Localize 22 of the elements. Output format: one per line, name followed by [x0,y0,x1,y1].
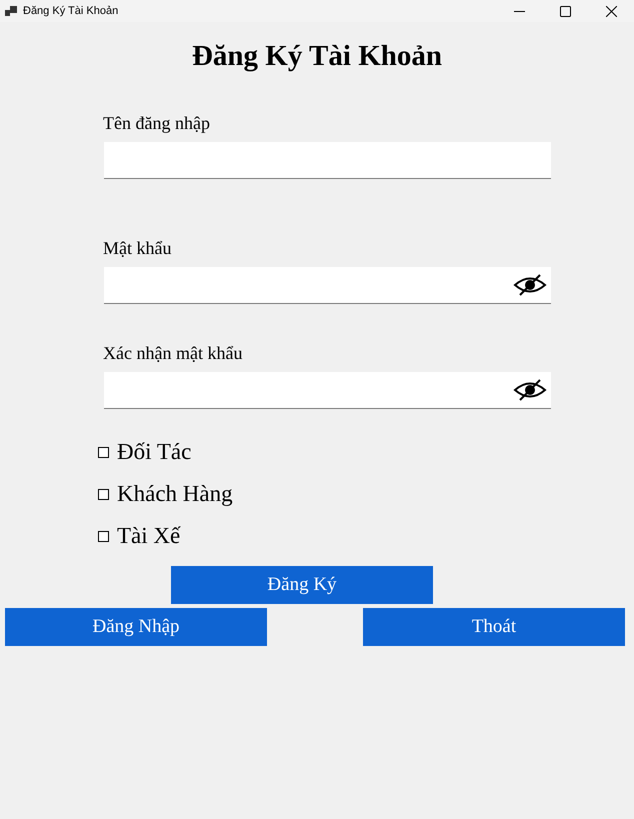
checkbox-label[interactable]: Tài Xế [117,523,180,549]
checkbox-label[interactable]: Khách Hàng [117,481,233,507]
hidden-eye-icon[interactable] [513,378,547,402]
exit-button[interactable]: Thoát [363,608,625,646]
field-label: Tên đăng nhập [103,112,210,134]
checkbox[interactable] [98,446,109,458]
app-icon [5,6,17,16]
login-button[interactable]: Đăng Nhập [5,608,267,646]
checkbox[interactable] [98,530,109,542]
hidden-eye-icon[interactable] [513,273,547,297]
window-title: Đăng Ký Tài Khoản [23,5,120,17]
page-heading: Đăng Ký Tài Khoản [190,39,444,74]
checkbox-label[interactable]: Đối Tác [117,439,192,465]
register-button[interactable]: Đăng Ký [171,566,433,604]
password-field[interactable] [104,372,551,409]
checkbox[interactable] [98,488,109,500]
password-field[interactable] [104,267,551,304]
close-icon [606,6,616,16]
field-label: Xác nhận mật khẩu [103,342,242,364]
input-field[interactable] [104,142,551,179]
maximize-icon [560,6,570,16]
field-label: Mật khẩu [103,237,172,259]
